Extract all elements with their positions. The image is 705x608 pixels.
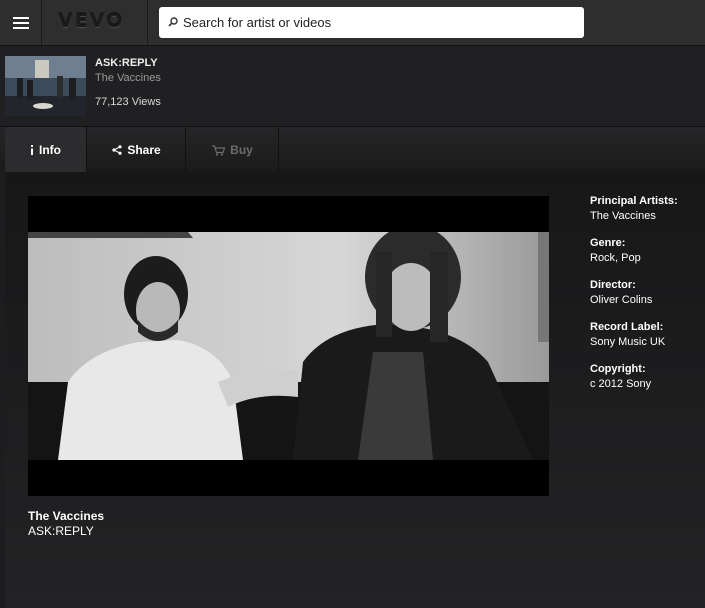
meta-value: Oliver Colins [590,294,653,306]
meta-principal-artists: Principal Artists: The Vaccines [590,194,702,236]
meta-copyright: Copyright: c 2012 Sony [590,362,702,404]
caption-artist[interactable]: The Vaccines [28,509,104,523]
hamburger-icon [12,16,29,29]
info-icon [31,145,33,155]
tab-bar: Info Share Buy [0,126,705,173]
meta-value: Rock, Pop [590,252,641,264]
tab-share[interactable]: Share [88,127,186,173]
view-count: 77,123 Views [95,96,161,108]
video-artist[interactable]: The Vaccines [95,72,161,84]
share-icon [112,145,122,155]
meta-label: Director: [590,279,636,291]
meta-label: Copyright: [590,363,646,375]
meta-director: Director: Oliver Colins [590,278,702,320]
video-frame [28,232,549,460]
tab-share-label: Share [127,143,161,157]
video-metadata: Principal Artists: The Vaccines Genre: R… [590,194,702,404]
search-input[interactable] [183,7,573,38]
tab-info[interactable]: Info [5,127,87,173]
video-title: ASK:REPLY [95,57,158,69]
cart-icon [212,144,226,156]
video-thumbnail[interactable] [5,56,86,116]
menu-button[interactable] [0,0,42,45]
tab-buy[interactable]: Buy [187,127,279,173]
meta-label: Record Label: [590,321,664,333]
meta-record-label: Record Label: Sony Music UK [590,320,702,362]
video-player[interactable] [28,196,549,496]
meta-value: Sony Music UK [590,336,666,348]
top-bar: VEVO [0,0,705,46]
meta-value: The Vaccines [590,210,656,222]
search-icon [168,17,178,27]
video-still-image [28,232,549,460]
caption-title: ASK:REPLY [28,524,94,538]
meta-label: Genre: [590,237,626,249]
tab-info-label: Info [39,143,61,157]
thumbnail-image [5,56,86,116]
now-playing-bar: ASK:REPLY The Vaccines 77,123 Views [0,46,705,126]
meta-value: c 2012 Sony [590,378,652,390]
meta-label: Principal Artists: [590,195,678,207]
vevo-logo: VEVO [58,10,125,32]
meta-genre: Genre: Rock, Pop [590,236,702,278]
search-box [159,7,584,38]
tab-buy-label: Buy [230,143,253,157]
logo-link[interactable]: VEVO [42,0,148,45]
